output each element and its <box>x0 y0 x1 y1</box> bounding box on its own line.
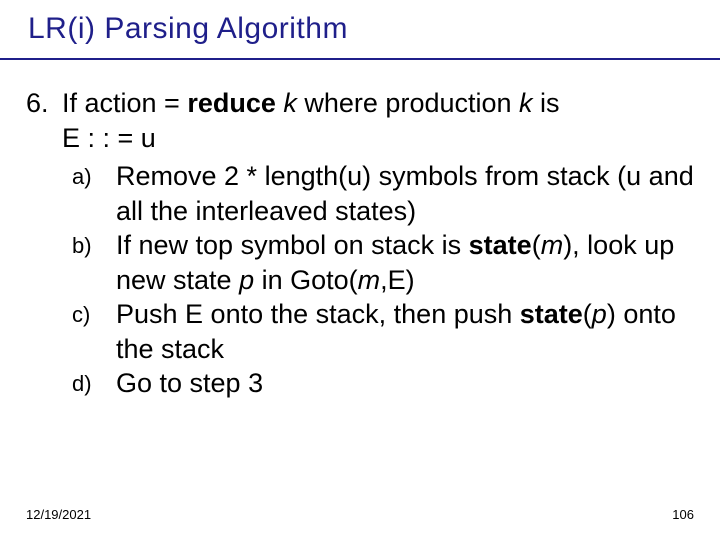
text: ,E) <box>380 265 415 295</box>
sub-letter: a) <box>72 159 116 228</box>
text: If action = <box>62 88 187 118</box>
text: ( <box>583 299 592 329</box>
text-italic: p <box>592 299 607 329</box>
sub-body: Go to step 3 <box>116 366 696 401</box>
text: in Goto( <box>254 265 358 295</box>
sublist: a) Remove 2 * length(u) symbols from sta… <box>62 159 696 401</box>
sub-body: Remove 2 * length(u) symbols from stack … <box>116 159 696 228</box>
text: ( <box>532 230 541 260</box>
slide-content: 6. If action = reduce k where production… <box>26 86 696 401</box>
footer-date: 12/19/2021 <box>26 507 91 522</box>
sub-body: If new top symbol on stack is state(m), … <box>116 228 696 297</box>
text-italic: m <box>358 265 381 295</box>
slide-title: LR(i) Parsing Algorithm <box>28 12 348 46</box>
text: Push E onto the stack, then push <box>116 299 520 329</box>
sub-letter: c) <box>72 297 116 366</box>
text: E : : = u <box>62 123 156 153</box>
text-italic: p <box>239 265 254 295</box>
sub-item-b: b) If new top symbol on stack is state(m… <box>72 228 696 297</box>
title-rule <box>0 58 720 60</box>
item-body: If action = reduce k where production k … <box>62 86 696 401</box>
sub-item-d: d) Go to step 3 <box>72 366 696 401</box>
item-number: 6. <box>26 86 62 401</box>
text: If new top symbol on stack is <box>116 230 469 260</box>
text: where production <box>297 88 519 118</box>
slide: LR(i) Parsing Algorithm 6. If action = r… <box>0 0 720 540</box>
sub-body: Push E onto the stack, then push state(p… <box>116 297 696 366</box>
text-italic: m <box>541 230 564 260</box>
text-italic: k <box>283 88 297 118</box>
footer-page: 106 <box>672 507 694 522</box>
text: is <box>533 88 560 118</box>
text-bold: reduce <box>187 88 276 118</box>
sub-letter: b) <box>72 228 116 297</box>
sub-item-c: c) Push E onto the stack, then push stat… <box>72 297 696 366</box>
sub-letter: d) <box>72 366 116 401</box>
sub-item-a: a) Remove 2 * length(u) symbols from sta… <box>72 159 696 228</box>
text-bold: state <box>469 230 532 260</box>
text-bold: state <box>520 299 583 329</box>
text-italic: k <box>519 88 533 118</box>
list-item-6: 6. If action = reduce k where production… <box>26 86 696 401</box>
